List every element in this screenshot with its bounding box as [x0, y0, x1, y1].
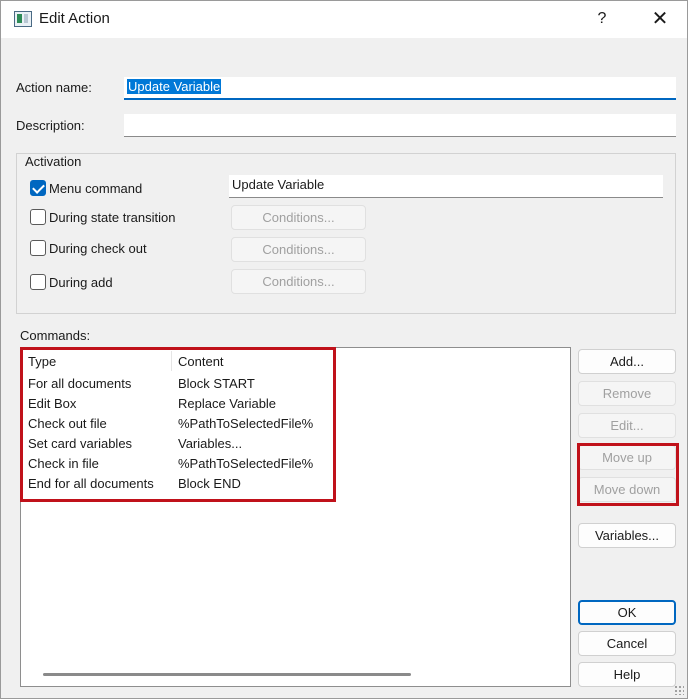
row-type[interactable]: Set card variables	[28, 436, 132, 451]
row-type[interactable]: Edit Box	[28, 396, 76, 411]
row-content[interactable]: Replace Variable	[178, 396, 276, 411]
row-content[interactable]: Variables...	[178, 436, 242, 451]
state-transition-conditions-button[interactable]: Conditions...	[231, 205, 366, 230]
during-add-label: During add	[49, 275, 113, 290]
window-icon	[14, 11, 32, 27]
remove-button[interactable]: Remove	[578, 381, 676, 406]
add-button[interactable]: Add...	[578, 349, 676, 374]
state-transition-label: During state transition	[49, 210, 176, 225]
menu-command-field[interactable]: Update Variable	[229, 175, 663, 198]
activation-group-title: Activation	[23, 154, 84, 169]
check-out-conditions-button[interactable]: Conditions...	[231, 237, 366, 262]
row-content[interactable]: %PathToSelectedFile%	[178, 416, 313, 431]
row-type[interactable]: End for all documents	[28, 476, 154, 491]
description-label: Description:	[16, 118, 85, 133]
menu-command-label: Menu command	[49, 181, 143, 196]
help-question-button[interactable]: ?	[587, 4, 617, 34]
row-type[interactable]: For all documents	[28, 376, 131, 391]
add-checkbox[interactable]	[30, 274, 46, 290]
commands-label: Commands:	[20, 328, 91, 343]
variables-button[interactable]: Variables...	[578, 523, 676, 548]
add-conditions-button[interactable]: Conditions...	[231, 269, 366, 294]
move-up-button[interactable]: Move up	[578, 445, 676, 470]
column-header-type[interactable]: Type	[28, 354, 56, 369]
close-icon[interactable]: ✕	[643, 4, 677, 34]
edit-action-dialog: Edit Action ? ✕ Action name: Update Vari…	[0, 0, 688, 699]
action-name-value: Update Variable	[127, 79, 222, 94]
commands-list[interactable]	[20, 347, 571, 687]
action-name-label: Action name:	[16, 80, 92, 95]
column-header-content[interactable]: Content	[178, 354, 224, 369]
action-name-field[interactable]: Update Variable	[124, 77, 676, 100]
check-out-checkbox[interactable]	[30, 240, 46, 256]
menu-command-checkbox[interactable]	[30, 180, 46, 196]
help-button[interactable]: Help	[578, 662, 676, 687]
row-content[interactable]: %PathToSelectedFile%	[178, 456, 313, 471]
row-type[interactable]: Check in file	[28, 456, 99, 471]
edit-button[interactable]: Edit...	[578, 413, 676, 438]
description-field[interactable]	[124, 114, 676, 137]
row-content[interactable]: Block START	[178, 376, 255, 391]
horizontal-scrollbar[interactable]	[43, 673, 411, 676]
row-type[interactable]: Check out file	[28, 416, 107, 431]
cancel-button[interactable]: Cancel	[578, 631, 676, 656]
column-divider[interactable]	[171, 351, 172, 371]
ok-button[interactable]: OK	[578, 600, 676, 625]
move-down-button[interactable]: Move down	[578, 477, 676, 502]
resize-grip[interactable]	[674, 685, 684, 695]
check-out-label: During check out	[49, 241, 147, 256]
state-transition-checkbox[interactable]	[30, 209, 46, 225]
row-content[interactable]: Block END	[178, 476, 241, 491]
title-bar: Edit Action ? ✕	[1, 1, 687, 38]
window-title: Edit Action	[39, 10, 110, 27]
